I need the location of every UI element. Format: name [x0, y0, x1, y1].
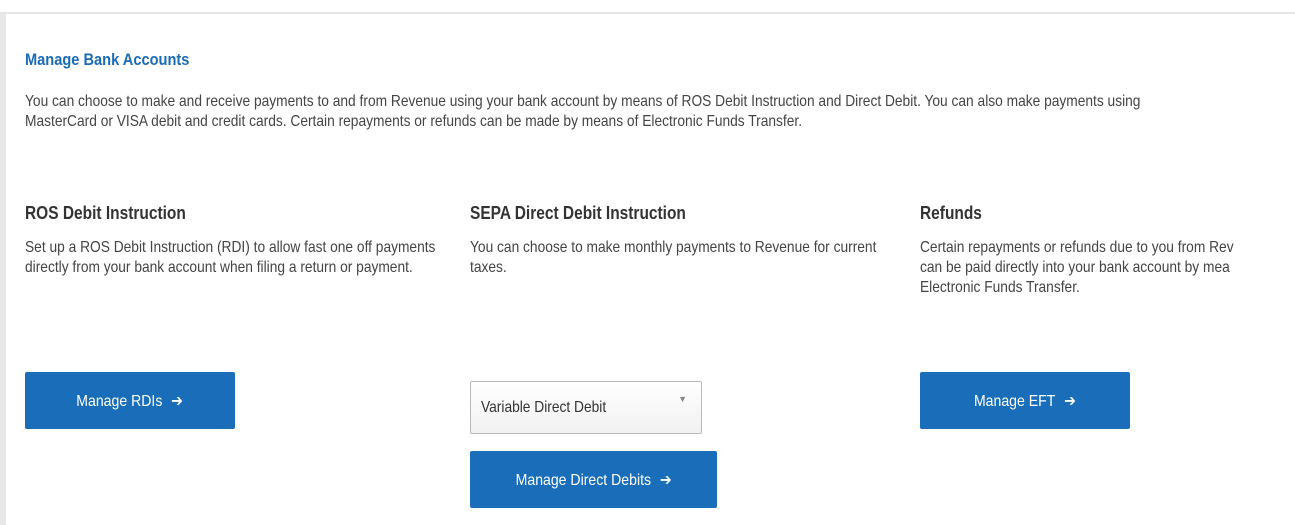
direct-debit-type-select[interactable]: Variable Direct Debit ▼ — [470, 381, 702, 434]
top-divider — [0, 12, 1295, 14]
manage-direct-debits-button[interactable]: Manage Direct Debits ➔ — [470, 451, 717, 508]
bank-accounts-page: Manage Bank Accounts You can choose to m… — [0, 0, 1295, 525]
sepa-title: SEPA Direct Debit Instruction — [470, 203, 686, 223]
refunds-description: Certain repayments or refunds due to you… — [920, 238, 1295, 298]
refunds-line-2: can be paid directly into your bank acco… — [920, 259, 1230, 276]
manage-eft-button[interactable]: Manage EFT ➔ — [920, 372, 1130, 429]
manage-rdis-label: Manage RDIs — [76, 392, 163, 410]
arrow-right-icon: ➔ — [1064, 392, 1076, 410]
caret-down-icon: ▼ — [678, 394, 687, 404]
sepa-description: You can choose to make monthly payments … — [470, 239, 877, 276]
rdi-section: ROS Debit Instruction Set up a ROS Debit… — [25, 203, 505, 278]
sepa-section: SEPA Direct Debit Instruction You can ch… — [470, 203, 950, 278]
intro-text: You can choose to make and receive payme… — [25, 93, 1141, 130]
arrow-right-icon: ➔ — [659, 471, 672, 489]
refunds-line-3: Electronic Funds Transfer. — [920, 279, 1080, 296]
arrow-right-icon: ➔ — [171, 392, 184, 410]
manage-direct-debits-label: Manage Direct Debits — [515, 471, 651, 489]
refunds-section: Refunds Certain repayments or refunds du… — [920, 203, 1295, 298]
refunds-line-1: Certain repayments or refunds due to you… — [920, 239, 1234, 256]
direct-debit-type-value: Variable Direct Debit — [481, 399, 607, 416]
manage-rdis-button[interactable]: Manage RDIs ➔ — [25, 372, 235, 429]
manage-eft-label: Manage EFT — [974, 392, 1056, 410]
left-rail — [0, 14, 6, 525]
rdi-description: Set up a ROS Debit Instruction (RDI) to … — [25, 239, 436, 276]
rdi-title: ROS Debit Instruction — [25, 203, 186, 223]
refunds-title: Refunds — [920, 203, 982, 223]
page-title: Manage Bank Accounts — [25, 50, 190, 69]
